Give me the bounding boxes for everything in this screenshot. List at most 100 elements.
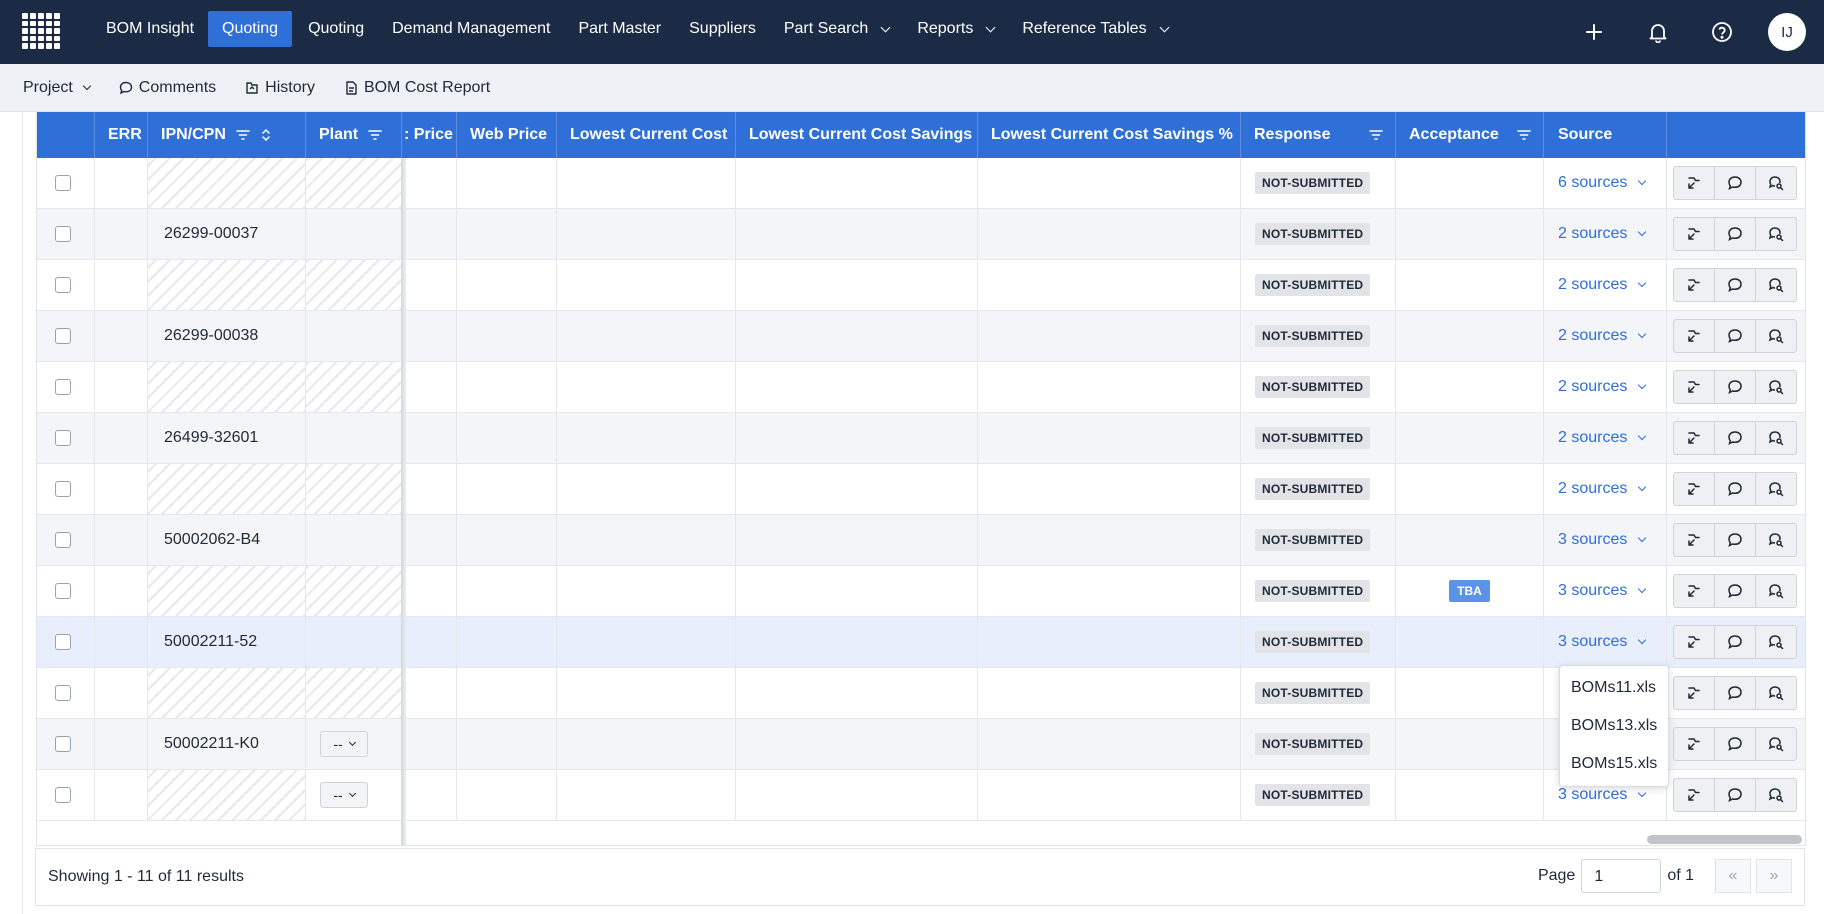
table-row[interactable]: NOT-SUBMITTED 2 sources [37, 362, 1805, 413]
row-checkbox[interactable] [55, 736, 71, 752]
help-icon[interactable] [1690, 0, 1754, 64]
app-logo-icon[interactable] [22, 13, 60, 49]
plus-icon[interactable] [1562, 0, 1626, 64]
row-checkbox[interactable] [55, 328, 71, 344]
comment-search-button[interactable] [1755, 472, 1797, 506]
comment-search-button[interactable] [1755, 268, 1797, 302]
history-button[interactable] [1673, 268, 1715, 302]
comment-search-button[interactable] [1755, 727, 1797, 761]
bom-cost-report-link[interactable]: BOM Cost Report [343, 79, 490, 97]
history-button[interactable] [1673, 319, 1715, 353]
table-row[interactable]: NOT-SUBMITTED TBA 3 sources [37, 566, 1805, 617]
sources-link[interactable]: 2 sources [1558, 327, 1647, 345]
row-checkbox[interactable] [55, 787, 71, 803]
project-menu[interactable]: Project [23, 79, 92, 97]
horizontal-scrollbar[interactable] [1647, 835, 1802, 844]
comment-button[interactable] [1714, 268, 1756, 302]
bell-icon[interactable] [1626, 0, 1690, 64]
header-plant[interactable]: Plant [306, 112, 402, 158]
row-checkbox[interactable] [55, 685, 71, 701]
table-row[interactable]: 26299-00038 NOT-SUBMITTED 2 sources [37, 311, 1805, 362]
comment-button[interactable] [1714, 676, 1756, 710]
plant-select[interactable]: -- [320, 782, 368, 808]
header-acceptance[interactable]: Acceptance [1396, 112, 1544, 158]
row-checkbox[interactable] [55, 634, 71, 650]
comment-search-button[interactable] [1755, 421, 1797, 455]
table-row[interactable]: NOT-SUBMITTED 2 sources [37, 464, 1805, 515]
comment-search-button[interactable] [1755, 625, 1797, 659]
comment-button[interactable] [1714, 166, 1756, 200]
nav-item-6[interactable]: Part Search [770, 11, 903, 47]
header-ipn[interactable]: IPN/CPN [148, 112, 306, 158]
sort-icon[interactable] [260, 128, 272, 142]
comment-search-button[interactable] [1755, 676, 1797, 710]
sources-link[interactable]: 2 sources [1558, 378, 1647, 396]
prev-page-button[interactable]: « [1715, 859, 1751, 893]
table-row[interactable]: 50002062-B4 NOT-SUBMITTED 3 sources [37, 515, 1805, 566]
table-row[interactable]: 50002211-52 NOT-SUBMITTED 3 sources [37, 617, 1805, 668]
page-number-input[interactable]: 1 [1581, 859, 1662, 893]
row-checkbox[interactable] [55, 379, 71, 395]
comment-search-button[interactable] [1755, 370, 1797, 404]
comment-button[interactable] [1714, 421, 1756, 455]
row-checkbox[interactable] [55, 175, 71, 191]
sources-link[interactable]: 3 sources [1558, 786, 1647, 804]
history-button[interactable] [1673, 727, 1715, 761]
comment-search-button[interactable] [1755, 574, 1797, 608]
plant-select[interactable]: -- [320, 731, 368, 757]
table-row[interactable]: NOT-SUBMITTED [37, 668, 1805, 719]
comment-button[interactable] [1714, 625, 1756, 659]
comment-button[interactable] [1714, 472, 1756, 506]
history-button[interactable] [1673, 472, 1715, 506]
history-button[interactable] [1673, 574, 1715, 608]
table-row[interactable]: -- NOT-SUBMITTED 3 sources [37, 770, 1805, 821]
comment-button[interactable] [1714, 370, 1756, 404]
nav-item-8[interactable]: Reference Tables [1008, 11, 1181, 47]
source-option[interactable]: BOMs13.xls [1560, 707, 1668, 745]
row-checkbox[interactable] [55, 532, 71, 548]
source-option[interactable]: BOMs11.xls [1560, 669, 1668, 707]
row-checkbox[interactable] [55, 430, 71, 446]
comments-link[interactable]: Comments [118, 79, 216, 97]
history-button[interactable] [1673, 217, 1715, 251]
comment-search-button[interactable] [1755, 166, 1797, 200]
source-option[interactable]: BOMs15.xls [1560, 745, 1668, 783]
row-checkbox[interactable] [55, 277, 71, 293]
comment-button[interactable] [1714, 319, 1756, 353]
comment-search-button[interactable] [1755, 217, 1797, 251]
history-button[interactable] [1673, 523, 1715, 557]
filter-icon[interactable] [1369, 129, 1383, 141]
sources-link[interactable]: 2 sources [1558, 429, 1647, 447]
sources-link[interactable]: 6 sources [1558, 174, 1647, 192]
history-button[interactable] [1673, 421, 1715, 455]
comment-button[interactable] [1714, 523, 1756, 557]
sources-link[interactable]: 3 sources [1558, 531, 1647, 549]
nav-item-7[interactable]: Reports [903, 11, 1008, 47]
history-link[interactable]: History [244, 79, 315, 97]
row-checkbox[interactable] [55, 583, 71, 599]
history-button[interactable] [1673, 676, 1715, 710]
history-button[interactable] [1673, 625, 1715, 659]
sources-link[interactable]: 2 sources [1558, 225, 1647, 243]
user-avatar[interactable]: IJ [1768, 13, 1806, 51]
comment-search-button[interactable] [1755, 319, 1797, 353]
nav-item-3[interactable]: Demand Management [378, 11, 564, 47]
header-response[interactable]: Response [1241, 112, 1396, 158]
filter-icon[interactable] [1517, 129, 1531, 141]
filter-icon[interactable] [236, 129, 250, 141]
table-row[interactable]: 50002211-K0 -- NOT-SUBMITTED [37, 719, 1805, 770]
table-row[interactable]: 26499-32601 NOT-SUBMITTED 2 sources [37, 413, 1805, 464]
sources-link[interactable]: 3 sources [1558, 633, 1647, 651]
comment-button[interactable] [1714, 727, 1756, 761]
nav-item-4[interactable]: Part Master [564, 11, 675, 47]
row-checkbox[interactable] [55, 226, 71, 242]
sources-link[interactable]: 2 sources [1558, 276, 1647, 294]
nav-item-0[interactable]: BOM Insight [92, 11, 208, 47]
history-button[interactable] [1673, 166, 1715, 200]
comment-button[interactable] [1714, 778, 1756, 812]
nav-item-5[interactable]: Suppliers [675, 11, 770, 47]
comment-button[interactable] [1714, 217, 1756, 251]
row-checkbox[interactable] [55, 481, 71, 497]
nav-item-1[interactable]: Quoting [208, 11, 293, 47]
comment-button[interactable] [1714, 574, 1756, 608]
